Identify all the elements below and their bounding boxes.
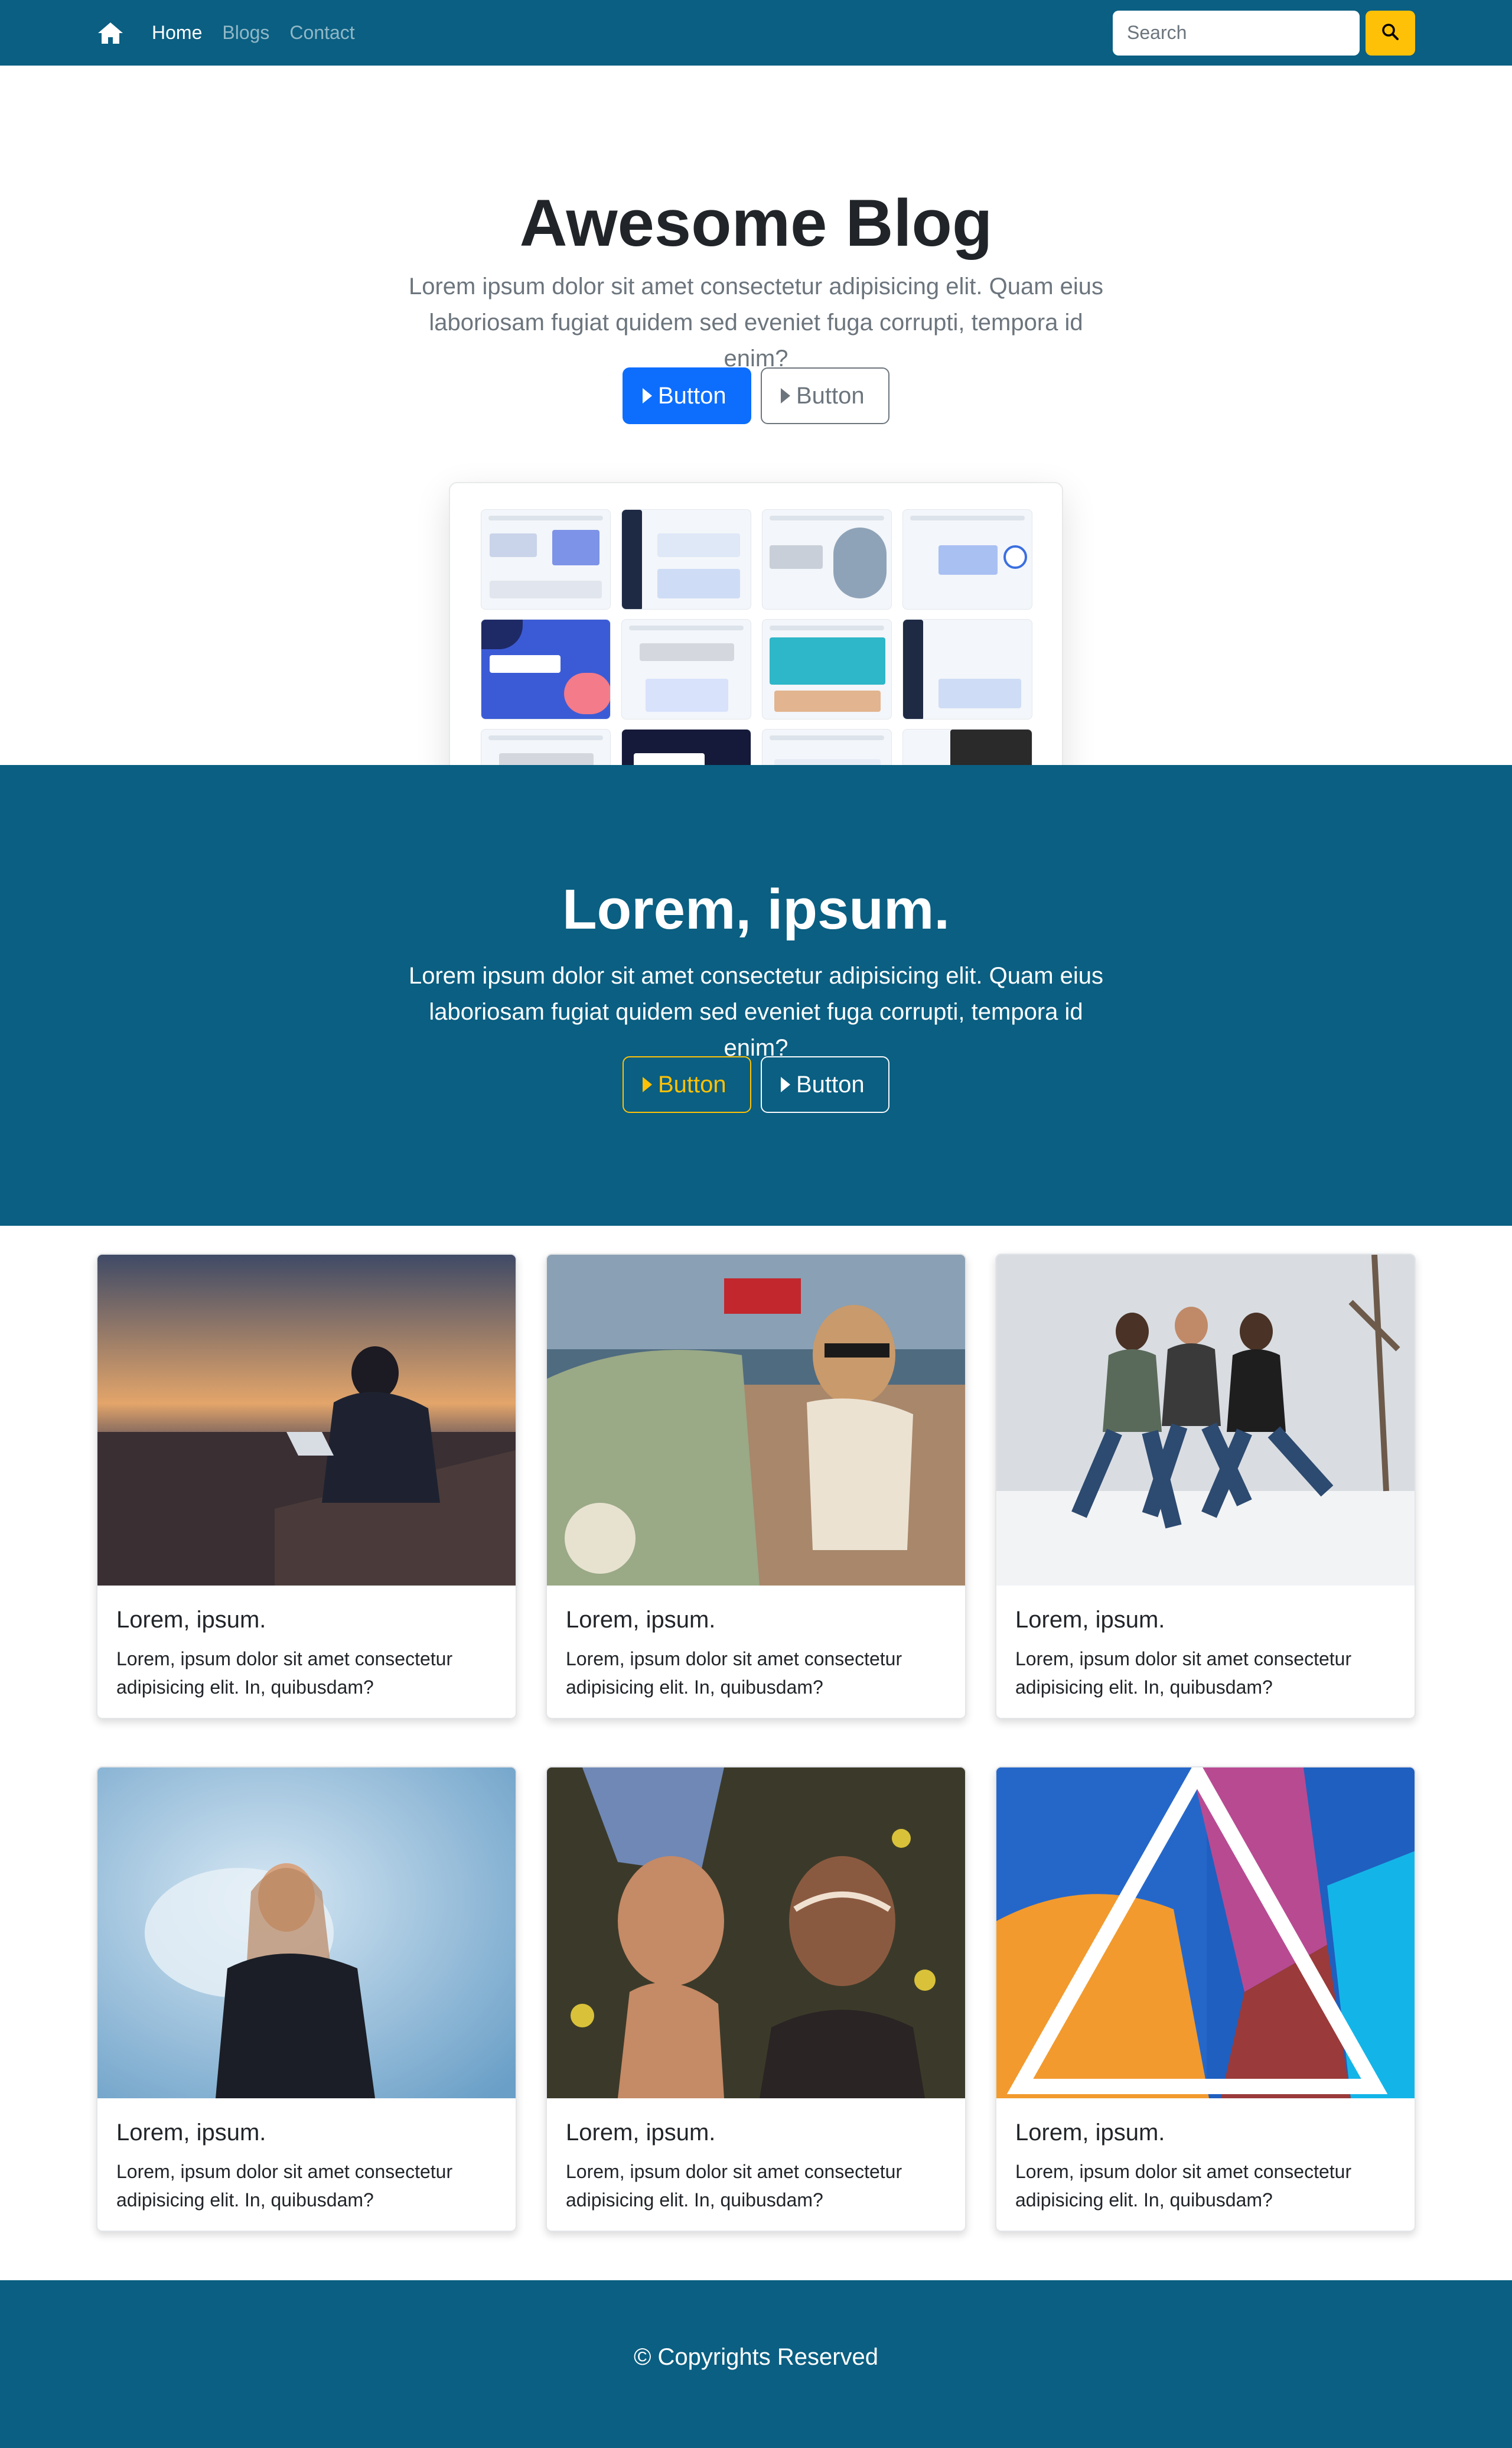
blog-card[interactable]: Lorem, ipsum. Lorem, ipsum dolor sit ame…	[546, 1254, 966, 1719]
blog-card[interactable]: Lorem, ipsum. Lorem, ipsum dolor sit ame…	[546, 1766, 966, 2232]
caret-right-icon	[781, 1077, 790, 1092]
template-thumbnail	[621, 509, 751, 610]
card-text: Lorem, ipsum dolor sit amet consectetur …	[116, 1648, 453, 1698]
card-image	[996, 1255, 1415, 1586]
feature-title: Lorem, ipsum.	[562, 878, 950, 941]
card-image	[97, 1767, 516, 2098]
template-thumbnail	[902, 729, 1032, 765]
hero-primary-button[interactable]: Button	[623, 367, 751, 424]
nav-link-blogs[interactable]: Blogs	[222, 22, 269, 44]
search-button[interactable]	[1366, 10, 1415, 56]
card-text: Lorem, ipsum dolor sit amet consectetur …	[1015, 1648, 1352, 1698]
card-title: Lorem, ipsum.	[566, 1607, 716, 1633]
template-thumbnail	[481, 509, 611, 610]
search-icon	[1381, 23, 1399, 43]
card-text: Lorem, ipsum dolor sit amet consectetur …	[566, 1648, 902, 1698]
nav-link-contact[interactable]: Contact	[289, 22, 354, 44]
card-title: Lorem, ipsum.	[1015, 1607, 1165, 1633]
template-thumbnail	[902, 509, 1032, 610]
caret-right-icon	[643, 1077, 652, 1092]
footer: © Copyrights Reserved	[0, 2280, 1512, 2448]
card-image	[996, 1767, 1415, 2098]
feature-warning-button[interactable]: Button	[623, 1056, 751, 1113]
feature-button-row: Button Button	[0, 1056, 1512, 1113]
hero-screenshot-image	[449, 482, 1063, 765]
card-text: Lorem, ipsum dolor sit amet consectetur …	[116, 2161, 453, 2211]
hero-lead: Lorem ipsum dolor sit amet consectetur a…	[408, 274, 1104, 372]
card-image	[547, 1767, 965, 2098]
card-text: Lorem, ipsum dolor sit amet consectetur …	[566, 2161, 902, 2211]
blog-card[interactable]: Lorem, ipsum. Lorem, ipsum dolor sit ame…	[995, 1254, 1416, 1719]
hero-secondary-button[interactable]: Button	[761, 367, 889, 424]
card-title: Lorem, ipsum.	[566, 2120, 716, 2146]
template-thumbnail	[762, 729, 892, 765]
feature-light-button-label: Button	[796, 1071, 865, 1098]
navbar: Home Blogs Contact	[0, 0, 1512, 66]
template-thumbnail	[481, 729, 611, 765]
blog-card[interactable]: Lorem, ipsum. Lorem, ipsum dolor sit ame…	[995, 1766, 1416, 2232]
blog-card[interactable]: Lorem, ipsum. Lorem, ipsum dolor sit ame…	[96, 1766, 517, 2232]
search-input[interactable]	[1113, 10, 1360, 56]
card-image	[547, 1255, 965, 1586]
hero-secondary-button-label: Button	[796, 382, 865, 409]
hero-button-row: Button Button	[0, 367, 1512, 424]
hero-title: Awesome Blog	[519, 186, 993, 260]
blog-card[interactable]: Lorem, ipsum. Lorem, ipsum dolor sit ame…	[96, 1254, 517, 1719]
template-thumbnail	[621, 729, 751, 765]
home-icon[interactable]	[96, 19, 125, 47]
template-thumbnail	[762, 619, 892, 720]
card-title: Lorem, ipsum.	[1015, 2120, 1165, 2146]
template-thumbnail	[481, 619, 611, 720]
hero-section: Awesome Blog Lorem ipsum dolor sit amet …	[0, 66, 1512, 765]
caret-right-icon	[643, 388, 652, 403]
feature-lead: Lorem ipsum dolor sit amet consectetur a…	[408, 963, 1104, 1061]
footer-copyright: © Copyrights Reserved	[633, 2344, 879, 2370]
nav-link-home[interactable]: Home	[152, 22, 202, 44]
feature-warning-button-label: Button	[658, 1071, 726, 1098]
template-thumbnail	[762, 509, 892, 610]
hero-primary-button-label: Button	[658, 382, 726, 409]
card-title: Lorem, ipsum.	[116, 2120, 266, 2146]
card-title: Lorem, ipsum.	[116, 1607, 266, 1633]
template-thumbnail	[621, 619, 751, 720]
feature-section: Lorem, ipsum. Lorem ipsum dolor sit amet…	[0, 765, 1512, 1226]
feature-light-button[interactable]: Button	[761, 1056, 889, 1113]
template-thumbnail	[902, 619, 1032, 720]
card-image	[97, 1255, 516, 1586]
card-text: Lorem, ipsum dolor sit amet consectetur …	[1015, 2161, 1352, 2211]
caret-right-icon	[781, 388, 790, 403]
